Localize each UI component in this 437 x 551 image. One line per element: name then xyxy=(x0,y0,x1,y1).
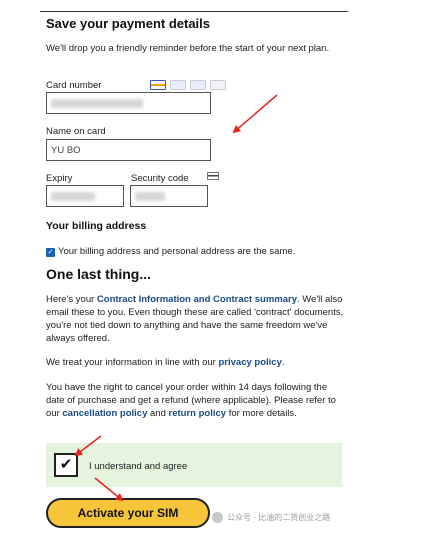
card-icon xyxy=(170,80,186,90)
activate-sim-button[interactable]: Activate your SIM xyxy=(46,498,210,528)
name-on-card-input[interactable]: YU BO xyxy=(46,139,211,161)
security-code-input[interactable] xyxy=(130,185,208,207)
privacy-policy-link[interactable]: privacy policy xyxy=(218,357,281,368)
card-number-label: Card number xyxy=(46,80,102,91)
masked-card-number xyxy=(51,98,143,108)
billing-address-title: Your billing address xyxy=(46,220,147,232)
cvv-card-icon xyxy=(207,172,219,180)
name-on-card-value: YU BO xyxy=(51,144,81,156)
return-policy-link[interactable]: return policy xyxy=(169,408,227,419)
payment-section-title: Save your payment details xyxy=(46,16,211,31)
expiry-label: Expiry xyxy=(46,173,73,184)
cancellation-policy-link[interactable]: cancellation policy xyxy=(62,408,147,419)
name-on-card-label: Name on card xyxy=(46,126,106,137)
privacy-paragraph: We treat your information in line with o… xyxy=(46,357,285,368)
contract-information-link[interactable]: Contract Information and Contract summar… xyxy=(97,294,297,305)
card-brand-icons xyxy=(150,80,226,90)
masked-expiry xyxy=(51,191,95,201)
contract-paragraph: Here's your Contract Information and Con… xyxy=(46,294,344,344)
billing-same-label: Your billing address and personal addres… xyxy=(58,246,296,257)
arrow-to-card-field xyxy=(232,94,278,134)
agree-label: I understand and agree xyxy=(89,461,188,472)
security-code-label: Security code xyxy=(131,173,189,184)
cancellation-paragraph: You have the right to cancel your order … xyxy=(46,382,336,419)
visa-icon xyxy=(150,80,166,90)
one-last-thing-title: One last thing... xyxy=(46,266,152,282)
card-icon xyxy=(210,80,226,90)
agree-checkbox[interactable]: ✔ xyxy=(54,453,78,477)
billing-same-checkbox[interactable]: ✓ xyxy=(46,248,55,257)
wechat-icon xyxy=(212,512,223,523)
watermark: 公众号 · 比油的二货创业之路 xyxy=(212,512,330,523)
top-divider xyxy=(40,11,348,12)
masked-security-code xyxy=(135,191,165,201)
intro-text: We'll drop you a friendly reminder befor… xyxy=(46,43,330,54)
expiry-input[interactable] xyxy=(46,185,124,207)
card-number-input[interactable] xyxy=(46,92,211,114)
card-icon xyxy=(190,80,206,90)
